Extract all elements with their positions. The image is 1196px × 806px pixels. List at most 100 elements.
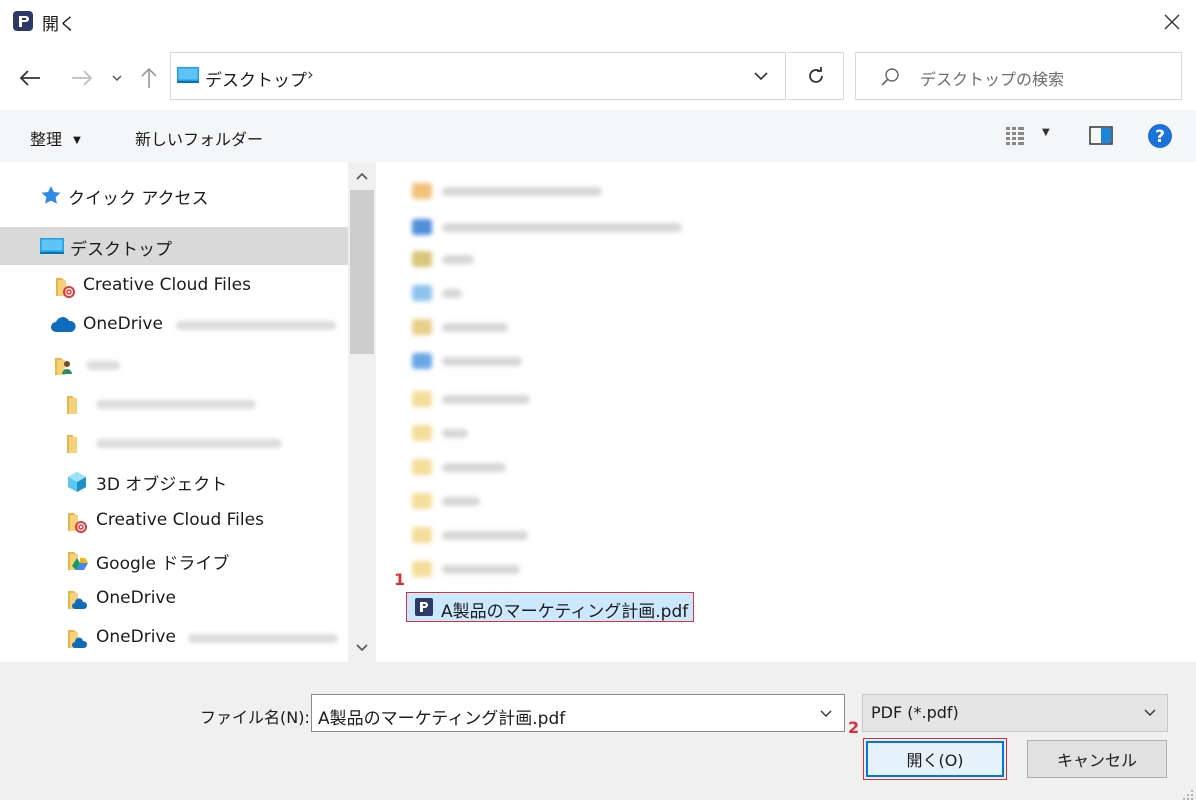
annotation-marker-2: 2 [848, 718, 860, 737]
caret-down-icon: ▼ [73, 135, 81, 146]
open-button[interactable]: 開く(O) [863, 738, 1007, 780]
search-placeholder[interactable]: デスクトップの検索 [920, 66, 1064, 90]
open-button-label: 開く(O) [866, 741, 1004, 777]
filename-input[interactable] [311, 694, 845, 732]
nav-item-3d-objects[interactable]: 3D オブジェクト [0, 462, 348, 500]
recent-locations-button[interactable] [106, 60, 128, 96]
nav-item-label: OneDrive [83, 314, 163, 334]
pdf-file-icon [415, 598, 433, 616]
creative-cloud-folder-icon [66, 511, 88, 533]
new-folder-button[interactable]: 新しいフォルダー [135, 126, 263, 150]
help-button[interactable]: ? [1146, 122, 1174, 150]
nav-item-label: Creative Cloud Files [83, 275, 251, 295]
nav-item-onedrive[interactable]: OneDrive [0, 306, 348, 344]
search-icon [880, 67, 900, 87]
blurred-account [176, 321, 336, 330]
blurred-username [86, 361, 120, 370]
desktop-icon [40, 238, 64, 258]
refresh-icon [808, 67, 823, 83]
chevron-down-icon [754, 72, 768, 81]
blurred-account [188, 634, 338, 643]
dialog-footer: ファイル名(N): PDF (*.pdf) 2 開く(O) キャンセル [0, 662, 1196, 800]
chevron-down-icon [1144, 709, 1156, 716]
nav-item-label: デスクトップ [70, 240, 172, 260]
nav-item-onedrive[interactable]: OneDrive [0, 580, 348, 618]
onedrive-folder-icon [66, 628, 88, 648]
address-location[interactable]: デスクトップ [205, 66, 307, 91]
nav-item-user-folder[interactable] [0, 346, 348, 384]
nav-item-onedrive[interactable]: OneDrive [0, 619, 348, 657]
filetype-select[interactable]: PDF (*.pdf) [862, 694, 1168, 732]
desktop-icon [177, 67, 199, 83]
star-icon [40, 185, 62, 205]
user-folder-icon [54, 355, 76, 375]
address-dropdown-button[interactable] [743, 59, 779, 93]
toolbar: 整理 ▼ 新しいフォルダー ▼ ? [0, 110, 1196, 162]
up-button[interactable] [130, 60, 168, 96]
chevron-down-icon [820, 710, 832, 717]
arrow-left-icon [19, 70, 40, 86]
chevron-down-icon [112, 75, 122, 82]
arrow-up-icon [141, 67, 157, 88]
navigation-pane: クイック アクセス デスクトップ Creative Cloud Files On… [0, 162, 348, 662]
breadcrumb-chevron[interactable]: › [307, 65, 314, 85]
organize-button[interactable]: 整理 ▼ [30, 126, 81, 150]
nav-item-folder[interactable] [0, 385, 348, 423]
nav-item-creative-cloud[interactable]: Creative Cloud Files [0, 502, 348, 540]
google-drive-icon [66, 550, 88, 570]
close-button[interactable] [1148, 0, 1196, 44]
scroll-up-button[interactable] [348, 162, 376, 190]
arrow-right-icon [72, 70, 93, 86]
pdf-file-item[interactable]: A製品のマーケティング計画.pdf [406, 592, 694, 622]
nav-pane-scrollbar[interactable] [348, 162, 376, 662]
nav-item-google-drive[interactable]: Google ドライブ [0, 541, 348, 579]
nav-item-label: Creative Cloud Files [96, 510, 264, 530]
forward-button[interactable] [62, 60, 102, 96]
address-bar[interactable]: デスクトップ › [170, 52, 786, 100]
refresh-button[interactable] [788, 52, 844, 100]
caret-down-icon: ▼ [1042, 127, 1050, 138]
onedrive-folder-icon [66, 589, 88, 609]
file-list: 1 A製品のマーケティング計画.pdf [376, 162, 1196, 662]
annotation-marker-1: 1 [394, 570, 406, 589]
folder-icon [66, 433, 88, 453]
scroll-thumb[interactable] [350, 190, 374, 354]
nav-item-desktop[interactable]: デスクトップ [0, 227, 348, 265]
view-grid-icon [1006, 127, 1024, 145]
filename-dropdown-button[interactable] [812, 702, 840, 726]
chevron-down-icon [356, 644, 368, 652]
organize-label: 整理 [30, 130, 63, 149]
nav-item-quick-access[interactable]: クイック アクセス [0, 176, 348, 214]
back-button[interactable] [10, 60, 50, 96]
app-icon [12, 10, 34, 32]
chevron-up-icon [356, 172, 368, 180]
resize-grip[interactable] [1182, 786, 1194, 800]
title-bar: 開く [0, 0, 1196, 44]
nav-item-creative-cloud[interactable]: Creative Cloud Files [0, 267, 348, 305]
nav-item-label: OneDrive [96, 588, 176, 608]
blurred-folder-name [96, 400, 256, 409]
filetype-dropdown-arrow [1139, 703, 1161, 723]
pdf-file-name: A製品のマーケティング計画.pdf [441, 602, 689, 622]
svg-text:?: ? [1155, 127, 1165, 147]
filetype-value: PDF (*.pdf) [871, 703, 959, 722]
change-view-button[interactable]: ▼ [1002, 122, 1060, 150]
cancel-button[interactable]: キャンセル [1027, 740, 1167, 778]
blurred-folder-name [96, 439, 282, 448]
3d-objects-icon [66, 471, 88, 492]
nav-item-label: 3D オブジェクト [96, 475, 228, 495]
folder-icon [66, 394, 88, 414]
help-icon: ? [1148, 124, 1172, 148]
window-title: 開く [42, 15, 76, 35]
nav-item-label: クイック アクセス [68, 189, 209, 209]
creative-cloud-folder-icon [54, 276, 76, 298]
close-icon [1164, 14, 1180, 30]
nav-item-label: Google ドライブ [96, 554, 230, 574]
search-box[interactable]: デスクトップの検索 [855, 52, 1182, 100]
scroll-down-button[interactable] [348, 634, 376, 662]
onedrive-cloud-icon [50, 317, 76, 337]
filename-label: ファイル名(N): [200, 708, 310, 727]
preview-pane-button[interactable] [1086, 122, 1118, 150]
preview-pane-icon [1089, 126, 1113, 145]
nav-item-folder[interactable] [0, 424, 348, 462]
